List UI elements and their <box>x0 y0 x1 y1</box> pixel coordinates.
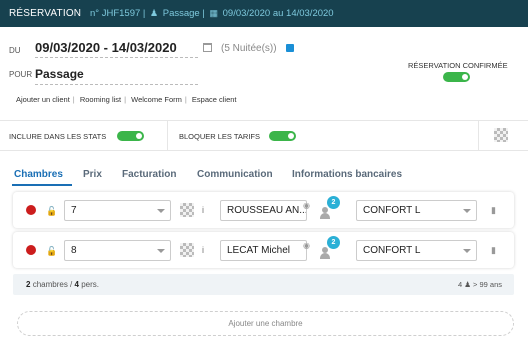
stats-row: INCLURE DANS LES STATS BLOQUER LES TARIF… <box>0 121 528 150</box>
age-summary: 4 ♟ > 99 ans <box>457 280 502 289</box>
checker-icon[interactable] <box>180 203 194 217</box>
date-range-field[interactable]: 09/03/2020 - 14/03/2020 <box>35 40 198 58</box>
active-tab-indicator <box>12 184 72 186</box>
person-icon[interactable] <box>320 247 330 259</box>
room-type-select[interactable]: CONFORT L <box>356 240 477 261</box>
tab-bar: Chambres Prix Facturation Communication … <box>0 169 528 187</box>
persons-count: 4 <box>74 280 79 289</box>
room-number: 8 <box>71 245 77 256</box>
calendar-icon: ▦ <box>209 8 218 18</box>
confirmed-toggle[interactable] <box>443 72 470 82</box>
rooms-text: chambres / <box>32 280 73 289</box>
client-space-link[interactable]: Espace client <box>192 95 237 104</box>
lock-icon[interactable]: 🔓 <box>46 246 57 257</box>
client-name: LECAT Michel <box>227 245 290 256</box>
client-field[interactable]: LECAT Michel <box>220 240 307 261</box>
eye-icon[interactable]: ◉ <box>303 241 310 250</box>
include-stats-toggle[interactable] <box>117 131 144 141</box>
room-row: 🔓 8 i LECAT Michel ◉ 2 CONFORT L ▮ <box>13 232 514 268</box>
room-number-select[interactable]: 8 <box>64 240 171 261</box>
tab-communication[interactable]: Communication <box>197 169 273 180</box>
eye-icon[interactable]: ◉ <box>303 201 310 210</box>
block-rates-label: BLOQUER LES TARIFS <box>179 132 260 141</box>
separator <box>167 121 168 150</box>
calendar-icon[interactable] <box>203 43 212 52</box>
info-icon[interactable]: i <box>202 205 204 215</box>
title-dates: 09/03/2020 au 14/03/2020 <box>222 8 334 19</box>
confirmed-label: RÉSERVATION CONFIRMÉE <box>408 61 508 70</box>
tab-facturation[interactable]: Facturation <box>122 169 176 180</box>
status-dot[interactable] <box>26 205 36 215</box>
summary-bar: 2 chambres / 4 pers. 4 ♟ > 99 ans <box>13 274 514 295</box>
add-room-button[interactable]: Ajouter une chambre <box>17 311 514 336</box>
tab-informations-bancaires[interactable]: Informations bancaires <box>292 169 402 180</box>
nights-count: (5 Nuitée(s)) <box>221 43 277 54</box>
client-field[interactable]: ROUSSEAU AN... <box>220 200 307 221</box>
room-number-select[interactable]: 7 <box>64 200 171 221</box>
welcome-form-link[interactable]: Welcome Form <box>131 95 182 104</box>
status-dot[interactable] <box>26 245 36 255</box>
summary-totals: 2 chambres / 4 pers. <box>26 280 99 289</box>
title-meta: n° JHF1597 | ♟ Passage | ▦ 09/03/2020 au… <box>90 8 334 19</box>
persons-badge: 2 <box>327 196 340 209</box>
checker-icon[interactable] <box>494 128 508 142</box>
include-stats-label: INCLURE DANS LES STATS <box>9 132 107 141</box>
separator <box>478 121 479 150</box>
edit-icon[interactable] <box>286 44 294 52</box>
guest-field[interactable]: Passage <box>35 67 198 85</box>
rooming-list-link[interactable]: Rooming list <box>80 95 121 104</box>
du-label: DU <box>9 46 21 55</box>
room-type-select[interactable]: CONFORT L <box>356 200 477 221</box>
trash-icon[interactable]: ▮ <box>491 245 496 256</box>
person-icon[interactable] <box>320 207 330 219</box>
tab-chambres[interactable]: Chambres <box>14 169 63 180</box>
client-name: ROUSSEAU AN... <box>227 205 307 216</box>
checker-icon[interactable] <box>180 243 194 257</box>
block-rates-toggle[interactable] <box>269 131 296 141</box>
persons-text: pers. <box>81 280 99 289</box>
lock-icon[interactable]: 🔓 <box>46 206 57 217</box>
pour-label: POUR <box>9 70 33 79</box>
room-type: CONFORT L <box>363 205 421 216</box>
room-row: 🔓 7 i ROUSSEAU AN... ◉ 2 CONFORT L ▮ <box>13 192 514 228</box>
action-links: Ajouter un client | Rooming list | Welcome… <box>16 95 237 104</box>
trash-icon[interactable]: ▮ <box>491 205 496 216</box>
title-bar: RÉSERVATION n° JHF1597 | ♟ Passage | ▦ 0… <box>0 0 528 27</box>
rooms-count: 2 <box>26 280 31 289</box>
user-icon: ♟ <box>150 8 159 18</box>
add-client-link[interactable]: Ajouter un client <box>16 95 70 104</box>
divider <box>0 150 528 151</box>
persons-badge: 2 <box>327 236 340 249</box>
reservation-ref: n° JHF1597 <box>90 8 141 19</box>
info-icon[interactable]: i <box>202 245 204 255</box>
tab-prix[interactable]: Prix <box>83 169 102 180</box>
room-type: CONFORT L <box>363 245 421 256</box>
window-title: RÉSERVATION <box>9 8 82 19</box>
title-guest: Passage <box>162 8 200 19</box>
room-number: 7 <box>71 205 77 216</box>
